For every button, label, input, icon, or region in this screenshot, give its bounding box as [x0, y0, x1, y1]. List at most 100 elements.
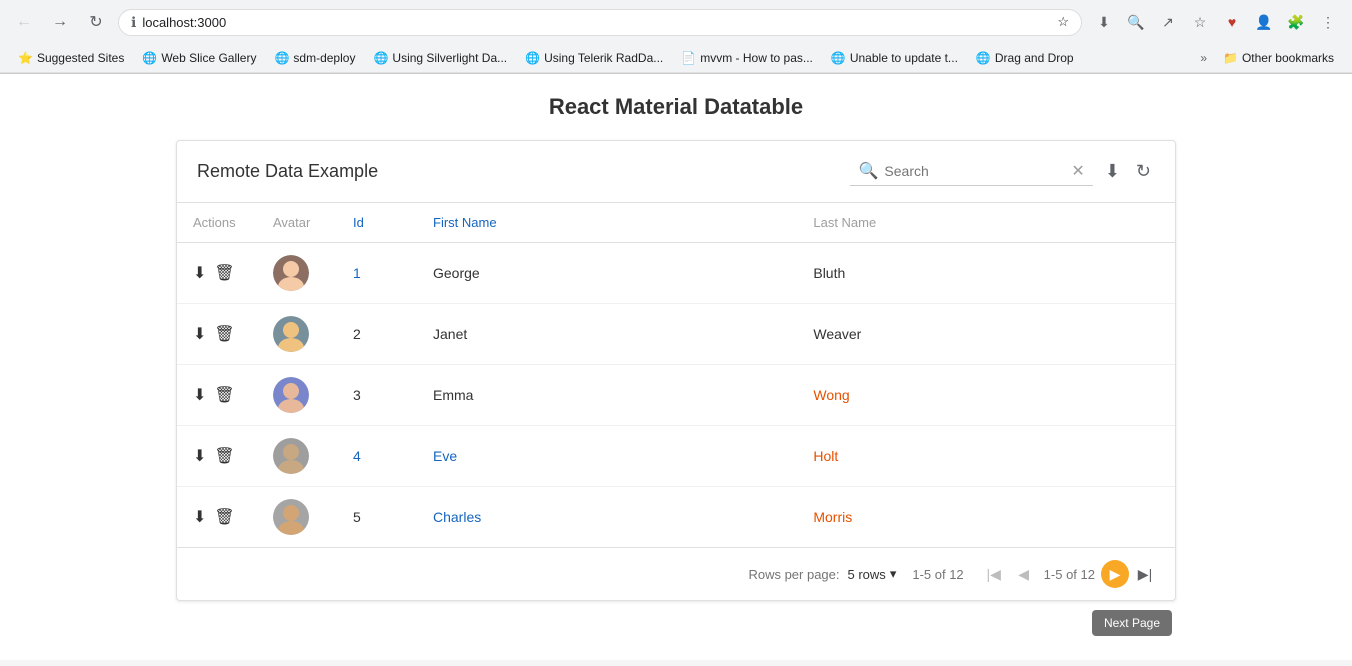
web-slice-icon: 🌐	[142, 51, 157, 65]
id-value: 2	[353, 326, 361, 342]
row-3-firstname: Eve	[417, 426, 797, 487]
row-0-id: 1	[337, 243, 417, 304]
profile-icon[interactable]: 👤	[1250, 8, 1278, 36]
lastname-link[interactable]: Holt	[813, 448, 838, 464]
other-bookmarks-label: Other bookmarks	[1242, 51, 1334, 65]
bookmark-sdm-deploy[interactable]: 🌐 sdm-deploy	[266, 48, 363, 68]
avatar	[273, 316, 309, 352]
bookmark-label: Drag and Drop	[995, 51, 1074, 65]
bookmark-mvvm[interactable]: 📄 mvvm - How to pas...	[673, 48, 821, 68]
search-clear-icon[interactable]: ✕	[1071, 161, 1084, 181]
col-header-lastname[interactable]: Last Name	[797, 203, 1175, 243]
bookmark-suggested-sites[interactable]: ⭐ Suggested Sites	[10, 48, 132, 68]
row-delete-icon[interactable]: 🗑	[214, 446, 234, 466]
row-4-avatar	[257, 487, 337, 548]
row-2-firstname: Emma	[417, 365, 797, 426]
row-delete-icon[interactable]: 🗑	[214, 507, 234, 527]
firstname-value: Emma	[433, 387, 473, 403]
favorite-icon[interactable]: ☆	[1186, 8, 1214, 36]
row-1-avatar	[257, 304, 337, 365]
back-button[interactable]: ←	[10, 8, 38, 36]
row-2-id: 3	[337, 365, 417, 426]
row-4-id: 5	[337, 487, 417, 548]
other-bookmarks[interactable]: 📁 Other bookmarks	[1215, 48, 1342, 68]
next-page-button[interactable]: ▶	[1101, 560, 1129, 588]
row-actions: ⬇ 🗑	[193, 446, 241, 466]
row-download-icon[interactable]: ⬇	[193, 385, 206, 405]
row-download-icon[interactable]: ⬇	[193, 446, 206, 466]
table-title: Remote Data Example	[197, 161, 378, 182]
folder-icon: 📁	[1223, 51, 1238, 65]
id-link[interactable]: 1	[353, 265, 361, 281]
page-range-text: 1-5 of 12	[1044, 567, 1095, 582]
row-download-icon[interactable]: ⬇	[193, 507, 206, 527]
id-link[interactable]: 4	[353, 448, 361, 464]
download-icon[interactable]: ⬇	[1090, 8, 1118, 36]
reload-button[interactable]: ↻	[82, 8, 110, 36]
search-container: 🔍 ✕	[850, 157, 1092, 186]
row-delete-icon[interactable]: 🗑	[214, 324, 234, 344]
lastname-link[interactable]: Morris	[813, 509, 852, 525]
bookmark-label: Suggested Sites	[37, 51, 124, 65]
avatar	[273, 438, 309, 474]
row-delete-icon[interactable]: 🗑	[214, 385, 234, 405]
id-value: 5	[353, 509, 361, 525]
last-page-button[interactable]: ▶|	[1131, 560, 1159, 588]
search-input[interactable]	[884, 163, 1065, 179]
row-actions: ⬇ 🗑	[193, 263, 241, 283]
forward-button[interactable]: →	[46, 8, 74, 36]
row-3-lastname: Holt	[797, 426, 1175, 487]
zoom-icon[interactable]: 🔍	[1122, 8, 1150, 36]
firstname-link[interactable]: Charles	[433, 509, 481, 525]
bookmark-label: Using Telerik RadDa...	[544, 51, 663, 65]
address-bar[interactable]: ℹ localhost:3000 ☆	[118, 9, 1082, 36]
avatar	[273, 255, 309, 291]
chevron-down-icon: ▾	[890, 566, 897, 582]
refresh-table-button[interactable]: ↻	[1132, 157, 1155, 186]
firstname-link[interactable]: Eve	[433, 448, 457, 464]
id-value: 3	[353, 387, 361, 403]
table-row: ⬇ 🗑 1GeorgeBluth	[177, 243, 1175, 304]
row-download-icon[interactable]: ⬇	[193, 324, 206, 344]
menu-icon[interactable]: ⋮	[1314, 8, 1342, 36]
bookmark-web-slice-gallery[interactable]: 🌐 Web Slice Gallery	[134, 48, 264, 68]
row-0-avatar	[257, 243, 337, 304]
puzzle-icon[interactable]: 🧩	[1282, 8, 1310, 36]
bookmark-unable-to-update[interactable]: 🌐 Unable to update t...	[823, 48, 966, 68]
bookmark-silverlight[interactable]: 🌐 Using Silverlight Da...	[365, 48, 515, 68]
prev-page-button[interactable]: ◀	[1010, 560, 1038, 588]
url-text: localhost:3000	[142, 15, 1051, 30]
row-delete-icon[interactable]: 🗑	[214, 263, 234, 283]
sdm-deploy-icon: 🌐	[274, 51, 289, 65]
download-table-button[interactable]: ⬇	[1101, 157, 1124, 186]
row-actions: ⬇ 🗑	[193, 385, 241, 405]
table-row: ⬇ 🗑 5 Charles Morris	[177, 487, 1175, 548]
lastname-link[interactable]: Wong	[813, 387, 849, 403]
first-page-button[interactable]: |◀	[980, 560, 1008, 588]
lastname-value: Weaver	[813, 326, 861, 342]
row-3-id: 4	[337, 426, 417, 487]
table-header-row: Actions Avatar Id First Name Last Name	[177, 203, 1175, 243]
row-actions: ⬇ 🗑	[193, 507, 241, 527]
bookmark-drag-drop[interactable]: 🌐 Drag and Drop	[968, 48, 1082, 68]
table-row: ⬇ 🗑 2 Janet Weaver	[177, 304, 1175, 365]
row-download-icon[interactable]: ⬇	[193, 263, 206, 283]
pagination-bar: Rows per page: 5 rows ▾ 1-5 of 12 |◀ ◀ 1…	[177, 547, 1175, 600]
rows-per-page-select[interactable]: 5 rows ▾	[848, 566, 897, 582]
share-icon[interactable]: ↗	[1154, 8, 1182, 36]
silverlight-icon: 🌐	[373, 51, 388, 65]
avatar	[273, 499, 309, 535]
row-3-actions: ⬇ 🗑	[177, 426, 257, 487]
col-header-firstname[interactable]: First Name	[417, 203, 797, 243]
row-1-lastname: Weaver	[797, 304, 1175, 365]
col-header-id[interactable]: Id	[337, 203, 417, 243]
bookmarks-more-button[interactable]: »	[1194, 48, 1213, 68]
row-0-actions: ⬇ 🗑	[177, 243, 257, 304]
bookmark-star-icon[interactable]: ☆	[1057, 14, 1069, 30]
bookmark-telerik[interactable]: 🌐 Using Telerik RadDa...	[517, 48, 671, 68]
firstname-value: Janet	[433, 326, 467, 342]
pocket-icon[interactable]: ♥	[1218, 8, 1246, 36]
row-2-actions: ⬇ 🗑	[177, 365, 257, 426]
col-header-actions: Actions	[177, 203, 257, 243]
row-1-firstname: Janet	[417, 304, 797, 365]
